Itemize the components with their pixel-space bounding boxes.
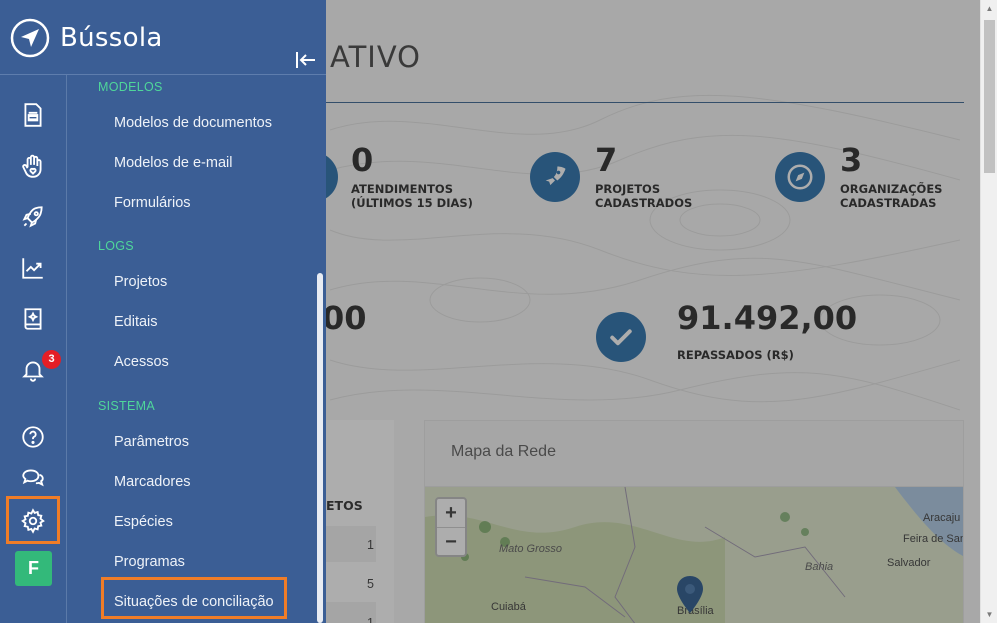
section-title-modelos: MODELOS	[98, 80, 163, 94]
scroll-down-arrow-icon[interactable]: ▼	[981, 606, 997, 623]
menu-item-logs-projetos[interactable]: Projetos	[114, 274, 167, 290]
chat-bubbles-icon[interactable]	[20, 465, 46, 491]
brand-name: Bússola	[60, 23, 163, 53]
notification-badge: 3	[42, 350, 61, 369]
menu-item-formularios[interactable]: Formulários	[114, 195, 191, 211]
settings-highlight	[6, 496, 60, 544]
avatar[interactable]: F	[15, 551, 52, 586]
hand-heart-icon[interactable]	[20, 153, 46, 179]
help-circle-icon[interactable]	[20, 424, 46, 450]
menu-scrollbar[interactable]	[317, 273, 323, 623]
sidebar: Bússola 3 F MODELOS Modelos de documento…	[0, 0, 326, 623]
menu-item-especies[interactable]: Espécies	[114, 514, 173, 530]
collapse-sidebar-icon[interactable]	[295, 50, 317, 70]
menu-item-logs-editais[interactable]: Editais	[114, 314, 158, 330]
documents-icon[interactable]	[20, 102, 46, 128]
book-sparkle-icon[interactable]	[20, 306, 46, 332]
menu-item-modelos-email[interactable]: Modelos de e-mail	[114, 155, 232, 171]
menu-item-logs-acessos[interactable]: Acessos	[114, 354, 169, 370]
settings-menu: MODELOS Modelos de documentos Modelos de…	[67, 75, 317, 623]
brand[interactable]: Bússola	[10, 18, 163, 58]
compass-logo-icon	[10, 18, 50, 58]
chart-line-icon[interactable]	[20, 255, 46, 281]
section-title-logs: LOGS	[98, 239, 134, 253]
menu-item-programas[interactable]: Programas	[114, 554, 185, 570]
menu-item-marcadores[interactable]: Marcadores	[114, 474, 191, 490]
menu-item-modelos-documentos[interactable]: Modelos de documentos	[114, 115, 272, 131]
page-scrollbar[interactable]: ▲ ▼	[980, 0, 997, 623]
section-title-sistema: SISTEMA	[98, 399, 155, 413]
scroll-thumb[interactable]	[984, 20, 995, 173]
selected-item-highlight	[101, 577, 287, 619]
rocket-nav-icon[interactable]	[20, 204, 46, 230]
menu-item-parametros[interactable]: Parâmetros	[114, 434, 189, 450]
scroll-up-arrow-icon[interactable]: ▲	[981, 0, 997, 17]
